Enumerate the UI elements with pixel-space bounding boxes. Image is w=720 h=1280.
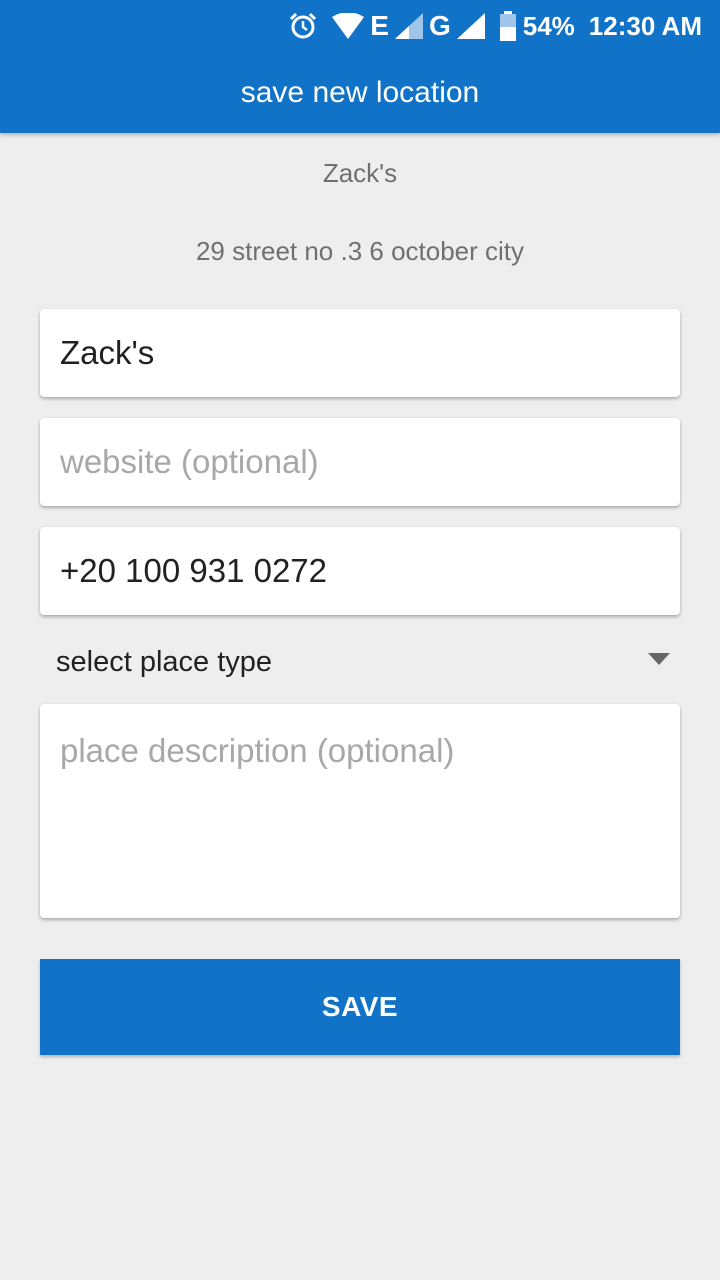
- battery-percent: 54%: [522, 10, 575, 41]
- alarm-icon: [288, 11, 318, 41]
- website-field-card: [40, 418, 680, 506]
- name-field-card: [40, 309, 680, 397]
- network-type-label: E: [370, 10, 389, 41]
- place-type-dropdown[interactable]: select place type: [40, 636, 680, 688]
- signal-icon: [394, 13, 423, 39]
- name-input[interactable]: [40, 309, 680, 397]
- description-field-card: [40, 704, 680, 918]
- dropdown-arrow-icon: [648, 652, 670, 672]
- phone-input[interactable]: [40, 527, 680, 615]
- battery-icon: [499, 11, 517, 41]
- website-input[interactable]: [40, 418, 680, 506]
- app-bar: save new location: [0, 52, 720, 133]
- status-icons: E G 54% 12:30 AM: [288, 0, 702, 52]
- clock: 12:30 AM: [588, 10, 702, 41]
- save-button[interactable]: SAVE: [40, 959, 680, 1055]
- wifi-icon: [332, 13, 365, 39]
- network-type-label: G: [428, 10, 451, 41]
- description-input[interactable]: [40, 704, 680, 918]
- place-type-label: select place type: [56, 645, 273, 678]
- place-name-heading: Zack's: [322, 158, 398, 188]
- page-title: save new location: [240, 75, 480, 109]
- place-address: 29 street no .3 6 october city: [195, 236, 525, 266]
- status-bar: E G 54% 12:30 AM: [0, 0, 720, 52]
- signal-icon: [456, 13, 485, 39]
- phone-field-card: [40, 527, 680, 615]
